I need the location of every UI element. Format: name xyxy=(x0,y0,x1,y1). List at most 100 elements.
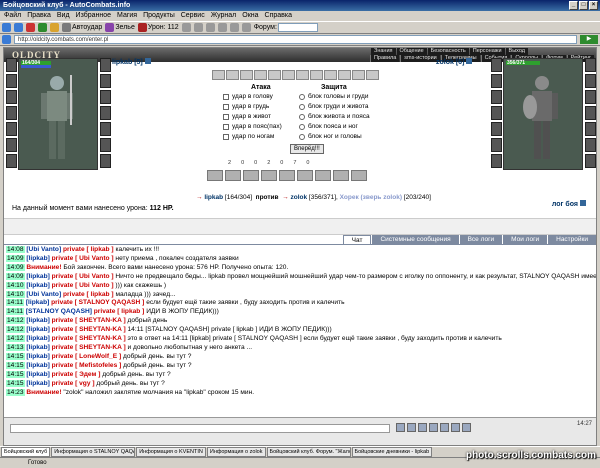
item-slot[interactable] xyxy=(240,70,253,80)
item-slot[interactable] xyxy=(352,70,365,80)
menu-item[interactable]: Журнал xyxy=(211,11,237,21)
smile-icon[interactable] xyxy=(407,423,416,432)
equip-slot[interactable] xyxy=(100,74,111,88)
nav-item[interactable]: Знания xyxy=(371,48,396,55)
right-player-name[interactable]: zolok [6] xyxy=(436,58,473,66)
checkbox[interactable] xyxy=(223,123,229,130)
versus-left-name[interactable]: lipkab xyxy=(204,194,223,201)
minimize-icon[interactable]: _ xyxy=(569,1,578,10)
nav-item[interactable]: Персонажи xyxy=(469,48,505,55)
message-time[interactable]: 14:09 xyxy=(6,263,25,271)
equip-slot[interactable] xyxy=(100,90,111,104)
message-time[interactable]: 14:12 xyxy=(6,335,25,343)
block-option[interactable]: блок пояса и ног xyxy=(299,123,358,130)
item-slot[interactable] xyxy=(226,70,239,80)
toolbar-icon[interactable] xyxy=(217,23,227,32)
versus-right-name[interactable]: zolok xyxy=(290,194,307,201)
refresh-icon[interactable] xyxy=(38,23,47,32)
menu-item[interactable]: Справка xyxy=(265,11,292,21)
tab-chat[interactable]: Чат xyxy=(342,235,372,244)
checkbox[interactable] xyxy=(223,93,229,100)
message-author[interactable]: [lipkab] xyxy=(26,299,49,306)
message-recipient[interactable]: private [ Ubi Vanto ] xyxy=(52,255,114,262)
message-time[interactable]: 14:09 xyxy=(6,254,25,262)
left-player-name[interactable]: lipkab [5] xyxy=(112,58,151,66)
send-icon[interactable] xyxy=(396,423,405,432)
forward-button[interactable]: Вперёд!!! xyxy=(290,144,324,154)
effect-slot[interactable] xyxy=(225,170,241,181)
menu-item[interactable]: Вид xyxy=(57,11,70,21)
message-time[interactable]: 14:15 xyxy=(6,379,25,387)
attack-legs-option[interactable]: удар по ногам xyxy=(223,133,274,140)
message-recipient[interactable]: private [ lipkab ] xyxy=(94,308,145,315)
message-author[interactable]: [lipkab] xyxy=(26,353,49,360)
menu-item[interactable]: Правка xyxy=(27,11,51,21)
effect-slot[interactable] xyxy=(261,170,277,181)
autostrike-button[interactable]: Автоудар xyxy=(62,23,102,32)
equip-slot[interactable] xyxy=(6,138,17,152)
damage-button[interactable]: Урон: 112 xyxy=(137,23,179,32)
effect-slot[interactable] xyxy=(351,170,367,181)
effect-slot[interactable] xyxy=(315,170,331,181)
window-tab[interactable]: Бойцовские дневники - lipkab xyxy=(351,447,433,457)
translit-icon[interactable] xyxy=(418,423,427,432)
info-icon[interactable] xyxy=(466,58,473,64)
message-time[interactable]: 14:15 xyxy=(6,361,25,369)
message-recipient[interactable]: private [ vgy ] xyxy=(52,380,95,387)
nav-item[interactable]: Выход xyxy=(505,48,528,55)
message-recipient[interactable]: private [ SHEYTAN-KA ] xyxy=(52,344,126,351)
maximize-icon[interactable]: □ xyxy=(579,1,588,10)
window-tab[interactable]: Информация о zolok xyxy=(206,447,266,457)
equip-slot[interactable] xyxy=(6,106,17,120)
equip-slot[interactable] xyxy=(100,58,111,72)
radio-button[interactable] xyxy=(299,93,305,100)
message-author[interactable]: [lipkab] xyxy=(26,255,49,262)
forward-icon[interactable] xyxy=(14,23,23,32)
nav-item[interactable]: Безопасность xyxy=(427,48,469,55)
effect-slot[interactable] xyxy=(207,170,223,181)
checkbox[interactable] xyxy=(223,103,229,110)
message-recipient[interactable]: private [ STALNOY QAQASH ] xyxy=(51,299,144,306)
equip-slot[interactable] xyxy=(100,106,111,120)
equip-slot[interactable] xyxy=(6,154,17,168)
message-time[interactable]: 14:11 xyxy=(6,299,25,307)
item-slot[interactable] xyxy=(296,70,309,80)
toolbar-icon[interactable] xyxy=(205,23,215,32)
attack-belly-option[interactable]: удар в живот xyxy=(223,113,271,120)
battle-log-link[interactable]: лог боя xyxy=(552,200,586,208)
message-author[interactable]: [lipkab] xyxy=(26,335,49,342)
attack-waist-option[interactable]: удар в пояс(пах) xyxy=(223,123,282,130)
forum-field[interactable]: Форум: xyxy=(254,23,318,32)
message-author[interactable]: [lipkab] xyxy=(26,273,49,280)
filter-icon[interactable] xyxy=(440,423,449,432)
tab-system[interactable]: Системные сообщения xyxy=(372,235,459,244)
window-tab[interactable]: Информация о STALNOY QAQASH xyxy=(51,447,136,457)
nav-item[interactable]: sms-истории xyxy=(400,55,440,62)
checkbox[interactable] xyxy=(223,113,229,120)
message-time[interactable]: 14:10 xyxy=(6,281,25,289)
equip-slot[interactable] xyxy=(491,122,502,136)
stop-icon[interactable] xyxy=(26,23,35,32)
message-time[interactable]: 14:15 xyxy=(6,352,25,360)
equip-slot[interactable] xyxy=(491,90,502,104)
equip-slot[interactable] xyxy=(491,138,502,152)
item-slot[interactable] xyxy=(366,70,379,80)
block-option[interactable]: блок головы и груди xyxy=(299,93,368,100)
block-option[interactable]: блок ног и головы xyxy=(299,133,362,140)
go-button[interactable]: ▶ xyxy=(580,35,598,44)
effect-slot[interactable] xyxy=(279,170,295,181)
equip-slot[interactable] xyxy=(585,138,596,152)
menu-item[interactable]: Окна xyxy=(242,11,258,21)
message-time[interactable]: 14:10 xyxy=(6,290,25,298)
exit-icon[interactable] xyxy=(462,423,471,432)
message-author[interactable]: [lipkab] xyxy=(26,344,49,351)
block-option[interactable]: блок живота и пояса xyxy=(299,113,370,120)
window-tab[interactable]: Бойцовский клуб. Форум. "Жало... xyxy=(266,447,351,457)
message-author[interactable]: [Ubi Vanto] xyxy=(26,291,61,298)
equip-slot[interactable] xyxy=(585,90,596,104)
toolbar-icon[interactable] xyxy=(241,23,251,32)
message-recipient[interactable]: private [ SHEYTAN-KA ] xyxy=(52,335,126,342)
equip-slot[interactable] xyxy=(6,58,17,72)
message-recipient[interactable]: private [ lipkab ] xyxy=(63,291,114,298)
info-icon[interactable] xyxy=(144,58,151,64)
